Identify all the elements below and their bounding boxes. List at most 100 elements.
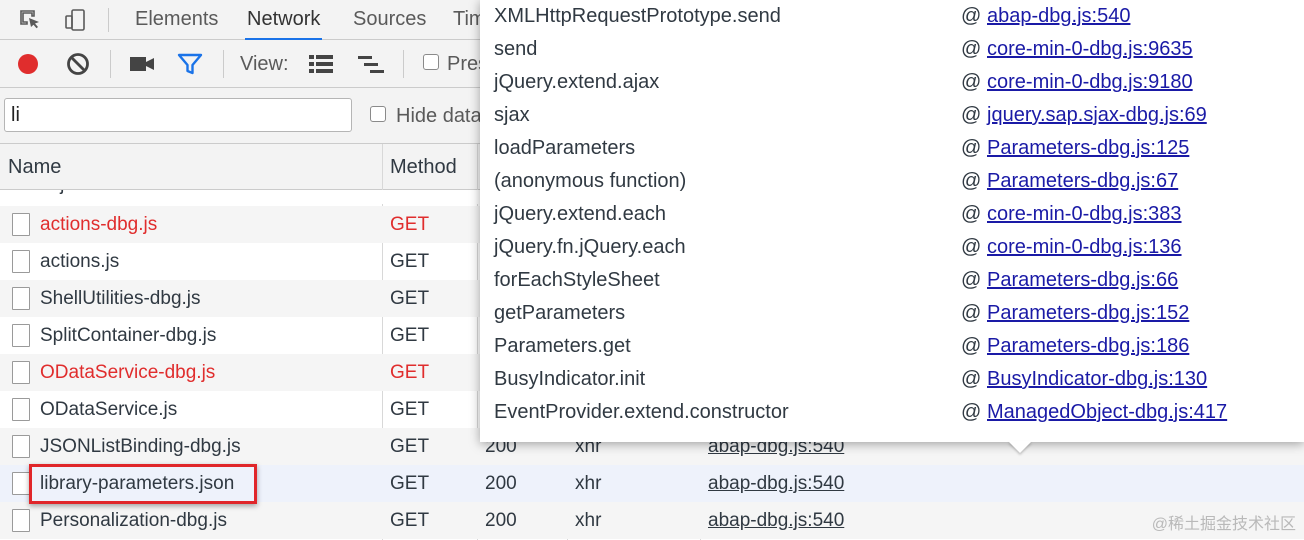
request-name: ODataService.js: [40, 399, 178, 420]
file-icon: [12, 435, 30, 458]
request-method: GET: [390, 510, 430, 531]
at-symbol: @: [961, 104, 982, 126]
annotation-highlight-box: [29, 464, 257, 504]
stack-frame-function: BusyIndicator.init: [494, 368, 646, 390]
at-symbol: @: [961, 335, 982, 357]
stack-frame-source-link[interactable]: Parameters-dbg.js:66: [987, 264, 1178, 297]
request-initiator-link[interactable]: abap-dbg.js:540: [708, 502, 844, 539]
file-icon: [12, 324, 30, 347]
stack-frame: Parameters.get @ Parameters-dbg.js:186: [494, 330, 1294, 363]
stack-frame-function: jQuery.extend.each: [494, 203, 666, 225]
stack-frame-function: send: [494, 38, 538, 60]
file-icon: [12, 398, 30, 421]
stack-frame-source-link[interactable]: BusyIndicator-dbg.js:130: [987, 363, 1207, 396]
tab-elements[interactable]: Elements: [133, 0, 220, 39]
request-method: GET: [390, 325, 430, 346]
column-header-name[interactable]: Name: [8, 144, 61, 190]
request-method: GET: [390, 362, 430, 383]
stack-frame-source-link[interactable]: core-min-0-dbg.js:9180: [987, 66, 1193, 99]
at-symbol: @: [961, 170, 982, 192]
list-view-icon: [309, 55, 333, 73]
stack-frame-source-link[interactable]: abap-dbg.js:540: [987, 0, 1130, 33]
stack-frame-source-link[interactable]: Parameters-dbg.js:67: [987, 165, 1178, 198]
request-name: Personalization-dbg.js: [40, 510, 227, 531]
stack-frame-function: getParameters: [494, 302, 626, 324]
request-method: GET: [390, 473, 430, 494]
view-label: View:: [240, 53, 289, 75]
tab-sources[interactable]: Sources: [351, 0, 428, 39]
clear-icon: [67, 53, 89, 75]
stack-frame: (anonymous function) @ Parameters-dbg.js…: [494, 165, 1294, 198]
stack-frame-source-link[interactable]: core-min-0-dbg.js:383: [987, 198, 1182, 231]
file-icon: [12, 287, 30, 310]
request-method: GET: [390, 214, 430, 235]
request-method: GET: [390, 288, 430, 309]
stack-frame-source-link[interactable]: Parameters-dbg.js:125: [987, 132, 1189, 165]
request-type: xhr: [575, 510, 602, 531]
column-header-method[interactable]: Method: [390, 144, 457, 190]
at-symbol: @: [961, 269, 982, 291]
request-name: JSONListBinding-dbg.js: [40, 436, 241, 457]
stack-frame-source-link[interactable]: Parameters-dbg.js:152: [987, 297, 1189, 330]
at-symbol: @: [961, 368, 982, 390]
stack-frame: sjax @ jquery.sap.sjax-dbg.js:69: [494, 99, 1294, 132]
preserve-log-checkbox[interactable]: [423, 54, 439, 70]
request-type: xhr: [575, 473, 602, 494]
tab-network[interactable]: Network: [245, 0, 323, 40]
record-button[interactable]: [14, 50, 42, 78]
request-name: actions.js: [40, 251, 120, 272]
table-row[interactable]: Personalization-dbg.js GET 200 xhr abap-…: [0, 502, 1304, 539]
request-method: GET: [390, 436, 430, 457]
at-symbol: @: [961, 203, 982, 225]
stack-frame-function: forEachStyleSheet: [494, 269, 660, 291]
stack-frame-source-link[interactable]: ManagedObject-dbg.js:417: [987, 396, 1227, 429]
stack-frame-function: sjax: [494, 104, 530, 126]
file-icon: [12, 472, 30, 495]
divider: [110, 50, 111, 78]
stack-frame-function: jQuery.extend.ajax: [494, 71, 660, 93]
watermark: @稀土掘金技术社区: [1151, 516, 1296, 533]
request-initiator-link[interactable]: abap-dbg.js:540: [708, 465, 844, 502]
video-camera-icon: [130, 57, 154, 71]
stack-frame-function: jQuery.fn.jQuery.each: [494, 236, 686, 258]
divider: [403, 50, 404, 78]
stack-frame: jQuery.extend.ajax @ core-min-0-dbg.js:9…: [494, 66, 1294, 99]
stack-frame-source-link[interactable]: Parameters-dbg.js:186: [987, 330, 1189, 363]
file-icon: [12, 361, 30, 384]
clear-button[interactable]: [64, 50, 92, 78]
table-row-partial[interactable]: ui.js GET: [0, 190, 480, 204]
file-icon: [12, 213, 30, 236]
at-symbol: @: [961, 5, 982, 27]
request-status: 200: [485, 473, 517, 494]
popover-arrow: [1008, 441, 1032, 453]
request-method: GET: [390, 251, 430, 272]
stack-frame: send @ core-min-0-dbg.js:9635: [494, 33, 1294, 66]
stack-frame: EventProvider.extend.constructor @ Manag…: [494, 396, 1294, 429]
device-toolbar-icon[interactable]: [62, 6, 90, 34]
at-symbol: @: [961, 38, 982, 60]
filter-button[interactable]: [176, 50, 204, 78]
capture-screenshots-button[interactable]: [128, 50, 156, 78]
stack-frame-function: Parameters.get: [494, 335, 631, 357]
inspect-element-icon[interactable]: [16, 6, 44, 34]
stack-frame-function: loadParameters: [494, 137, 636, 159]
at-symbol: @: [961, 137, 982, 159]
request-status: 200: [485, 510, 517, 531]
stack-frame: forEachStyleSheet @ Parameters-dbg.js:66: [494, 264, 1294, 297]
hide-data-urls-label: Hide data: [396, 105, 482, 127]
request-name: ui.js: [40, 190, 74, 203]
stack-frame-source-link[interactable]: core-min-0-dbg.js:9635: [987, 33, 1193, 66]
file-icon: [12, 250, 30, 273]
large-rows-button[interactable]: [307, 50, 335, 78]
filter-input[interactable]: li: [4, 98, 352, 132]
stack-frame-source-link[interactable]: core-min-0-dbg.js:136: [987, 231, 1182, 264]
stack-frame-function: XMLHttpRequestPrototype.send: [494, 5, 781, 27]
file-icon: [12, 509, 30, 532]
overview-button[interactable]: [357, 50, 385, 78]
stack-frame: BusyIndicator.init @ BusyIndicator-dbg.j…: [494, 363, 1294, 396]
at-symbol: @: [961, 71, 982, 93]
hide-data-urls-checkbox[interactable]: [370, 106, 386, 122]
request-name: SplitContainer-dbg.js: [40, 325, 217, 346]
request-name: actions-dbg.js: [40, 214, 158, 235]
stack-frame-source-link[interactable]: jquery.sap.sjax-dbg.js:69: [987, 99, 1207, 132]
